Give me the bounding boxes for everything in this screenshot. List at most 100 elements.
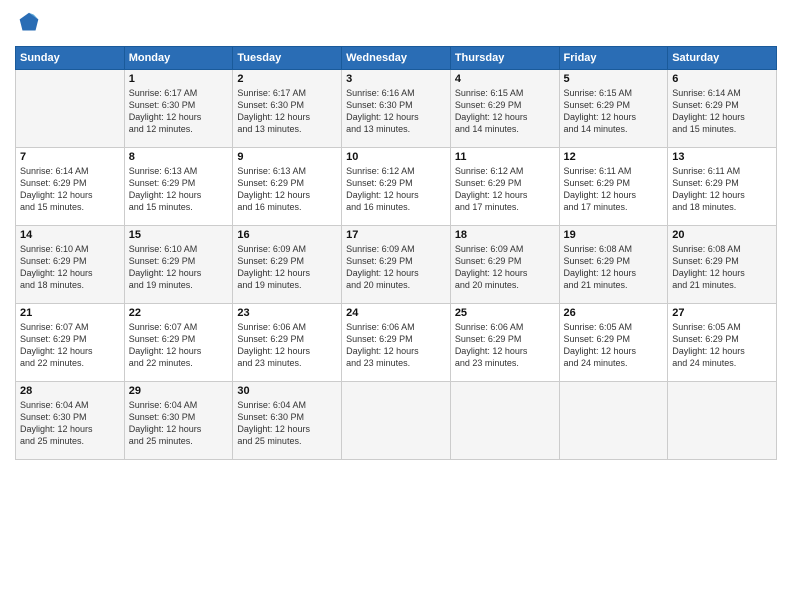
day-number: 6	[672, 73, 772, 85]
day-number: 10	[346, 151, 446, 163]
day-info: Sunrise: 6:11 AM Sunset: 6:29 PM Dayligh…	[672, 165, 772, 214]
calendar-cell: 5 Sunrise: 6:15 AM Sunset: 6:29 PM Daylig…	[559, 70, 668, 148]
day-number: 20	[672, 229, 772, 241]
day-number: 17	[346, 229, 446, 241]
day-info: Sunrise: 6:06 AM Sunset: 6:29 PM Dayligh…	[237, 321, 337, 370]
day-number: 8	[129, 151, 229, 163]
day-number: 22	[129, 307, 229, 319]
day-info: Sunrise: 6:09 AM Sunset: 6:29 PM Dayligh…	[455, 243, 555, 292]
calendar-cell: 27Sunrise: 6:05 AM Sunset: 6:29 PM Dayli…	[668, 304, 777, 382]
calendar-cell: 8 Sunrise: 6:13 AM Sunset: 6:29 PM Daylig…	[124, 148, 233, 226]
calendar-cell: 9 Sunrise: 6:13 AM Sunset: 6:29 PM Daylig…	[233, 148, 342, 226]
calendar-cell: 3 Sunrise: 6:16 AM Sunset: 6:30 PM Daylig…	[342, 70, 451, 148]
weekday-header-thursday: Thursday	[450, 47, 559, 70]
calendar-cell: 13 Sunrise: 6:11 AM Sunset: 6:29 PM Dayli…	[668, 148, 777, 226]
day-number: 15	[129, 229, 229, 241]
day-number: 14	[20, 229, 120, 241]
calendar-cell: 23 Sunrise: 6:06 AM Sunset: 6:29 PM Dayli…	[233, 304, 342, 382]
day-number: 9	[237, 151, 337, 163]
day-number: 5	[564, 73, 664, 85]
calendar-cell	[450, 382, 559, 460]
weekday-header-saturday: Saturday	[668, 47, 777, 70]
day-info: Sunrise: 6:09 AM Sunset: 6:29 PM Dayligh…	[346, 243, 446, 292]
day-number: 23	[237, 307, 337, 319]
day-number: 7	[20, 151, 120, 163]
day-info: Sunrise: 6:15 AM Sunset: 6:29 PM Dayligh…	[564, 87, 664, 136]
day-info: Sunrise: 6:13 AM Sunset: 6:29 PM Dayligh…	[237, 165, 337, 214]
calendar-row-3: 21 Sunrise: 6:07 AM Sunset: 6:29 PM Dayli…	[16, 304, 777, 382]
day-number: 11	[455, 151, 555, 163]
calendar-cell: 15 Sunrise: 6:10 AM Sunset: 6:29 PM Dayli…	[124, 226, 233, 304]
day-number: 25	[455, 307, 555, 319]
calendar-cell: 24Sunrise: 6:06 AM Sunset: 6:29 PM Dayli…	[342, 304, 451, 382]
day-info: Sunrise: 6:16 AM Sunset: 6:30 PM Dayligh…	[346, 87, 446, 136]
weekday-header-sunday: Sunday	[16, 47, 125, 70]
calendar-cell: 1Sunrise: 6:17 AM Sunset: 6:30 PM Daylig…	[124, 70, 233, 148]
calendar-cell: 18 Sunrise: 6:09 AM Sunset: 6:29 PM Dayli…	[450, 226, 559, 304]
weekday-header-friday: Friday	[559, 47, 668, 70]
day-info: Sunrise: 6:07 AM Sunset: 6:29 PM Dayligh…	[20, 321, 120, 370]
weekday-header-row: SundayMondayTuesdayWednesdayThursdayFrid…	[16, 47, 777, 70]
calendar-row-1: 7 Sunrise: 6:14 AM Sunset: 6:29 PM Daylig…	[16, 148, 777, 226]
calendar-cell: 4Sunrise: 6:15 AM Sunset: 6:29 PM Daylig…	[450, 70, 559, 148]
weekday-header-tuesday: Tuesday	[233, 47, 342, 70]
calendar-cell: 11 Sunrise: 6:12 AM Sunset: 6:29 PM Dayli…	[450, 148, 559, 226]
day-info: Sunrise: 6:17 AM Sunset: 6:30 PM Dayligh…	[237, 87, 337, 136]
day-number: 27	[672, 307, 772, 319]
day-number: 16	[237, 229, 337, 241]
day-info: Sunrise: 6:06 AM Sunset: 6:29 PM Dayligh…	[346, 321, 446, 370]
calendar-cell: 30 Sunrise: 6:04 AM Sunset: 6:30 PM Dayli…	[233, 382, 342, 460]
day-number: 4	[455, 73, 555, 85]
day-info: Sunrise: 6:11 AM Sunset: 6:29 PM Dayligh…	[564, 165, 664, 214]
calendar-cell: 21 Sunrise: 6:07 AM Sunset: 6:29 PM Dayli…	[16, 304, 125, 382]
page: SundayMondayTuesdayWednesdayThursdayFrid…	[0, 0, 792, 612]
day-info: Sunrise: 6:12 AM Sunset: 6:29 PM Dayligh…	[346, 165, 446, 214]
calendar-cell: 17 Sunrise: 6:09 AM Sunset: 6:29 PM Dayli…	[342, 226, 451, 304]
calendar-cell	[668, 382, 777, 460]
day-number: 2	[237, 73, 337, 85]
calendar-cell: 28 Sunrise: 6:04 AM Sunset: 6:30 PM Dayli…	[16, 382, 125, 460]
calendar-cell: 12Sunrise: 6:11 AM Sunset: 6:29 PM Dayli…	[559, 148, 668, 226]
calendar-table: SundayMondayTuesdayWednesdayThursdayFrid…	[15, 46, 777, 460]
header	[15, 10, 777, 38]
day-info: Sunrise: 6:04 AM Sunset: 6:30 PM Dayligh…	[129, 399, 229, 448]
day-info: Sunrise: 6:10 AM Sunset: 6:29 PM Dayligh…	[20, 243, 120, 292]
day-info: Sunrise: 6:12 AM Sunset: 6:29 PM Dayligh…	[455, 165, 555, 214]
calendar-cell: 20 Sunrise: 6:08 AM Sunset: 6:29 PM Dayli…	[668, 226, 777, 304]
calendar-cell: 19 Sunrise: 6:08 AM Sunset: 6:29 PM Dayli…	[559, 226, 668, 304]
day-number: 21	[20, 307, 120, 319]
day-info: Sunrise: 6:13 AM Sunset: 6:29 PM Dayligh…	[129, 165, 229, 214]
weekday-header-wednesday: Wednesday	[342, 47, 451, 70]
calendar-cell: 6 Sunrise: 6:14 AM Sunset: 6:29 PM Daylig…	[668, 70, 777, 148]
calendar-cell	[559, 382, 668, 460]
day-number: 18	[455, 229, 555, 241]
day-info: Sunrise: 6:08 AM Sunset: 6:29 PM Dayligh…	[672, 243, 772, 292]
day-number: 28	[20, 385, 120, 397]
day-number: 19	[564, 229, 664, 241]
calendar-cell: 29Sunrise: 6:04 AM Sunset: 6:30 PM Dayli…	[124, 382, 233, 460]
day-info: Sunrise: 6:14 AM Sunset: 6:29 PM Dayligh…	[20, 165, 120, 214]
day-info: Sunrise: 6:14 AM Sunset: 6:29 PM Dayligh…	[672, 87, 772, 136]
day-info: Sunrise: 6:09 AM Sunset: 6:29 PM Dayligh…	[237, 243, 337, 292]
day-info: Sunrise: 6:04 AM Sunset: 6:30 PM Dayligh…	[237, 399, 337, 448]
day-number: 1	[129, 73, 229, 85]
calendar-cell: 22 Sunrise: 6:07 AM Sunset: 6:29 PM Dayli…	[124, 304, 233, 382]
day-info: Sunrise: 6:04 AM Sunset: 6:30 PM Dayligh…	[20, 399, 120, 448]
calendar-cell: 25 Sunrise: 6:06 AM Sunset: 6:29 PM Dayli…	[450, 304, 559, 382]
day-info: Sunrise: 6:08 AM Sunset: 6:29 PM Dayligh…	[564, 243, 664, 292]
calendar-cell: 7 Sunrise: 6:14 AM Sunset: 6:29 PM Daylig…	[16, 148, 125, 226]
calendar-cell: 14 Sunrise: 6:10 AM Sunset: 6:29 PM Dayli…	[16, 226, 125, 304]
day-info: Sunrise: 6:10 AM Sunset: 6:29 PM Dayligh…	[129, 243, 229, 292]
day-number: 26	[564, 307, 664, 319]
day-number: 3	[346, 73, 446, 85]
day-info: Sunrise: 6:06 AM Sunset: 6:29 PM Dayligh…	[455, 321, 555, 370]
day-info: Sunrise: 6:05 AM Sunset: 6:29 PM Dayligh…	[564, 321, 664, 370]
calendar-row-2: 14 Sunrise: 6:10 AM Sunset: 6:29 PM Dayli…	[16, 226, 777, 304]
weekday-header-monday: Monday	[124, 47, 233, 70]
calendar-cell: 2 Sunrise: 6:17 AM Sunset: 6:30 PM Daylig…	[233, 70, 342, 148]
day-info: Sunrise: 6:07 AM Sunset: 6:29 PM Dayligh…	[129, 321, 229, 370]
day-number: 30	[237, 385, 337, 397]
day-number: 13	[672, 151, 772, 163]
logo-icon	[15, 10, 43, 38]
calendar-row-4: 28 Sunrise: 6:04 AM Sunset: 6:30 PM Dayli…	[16, 382, 777, 460]
